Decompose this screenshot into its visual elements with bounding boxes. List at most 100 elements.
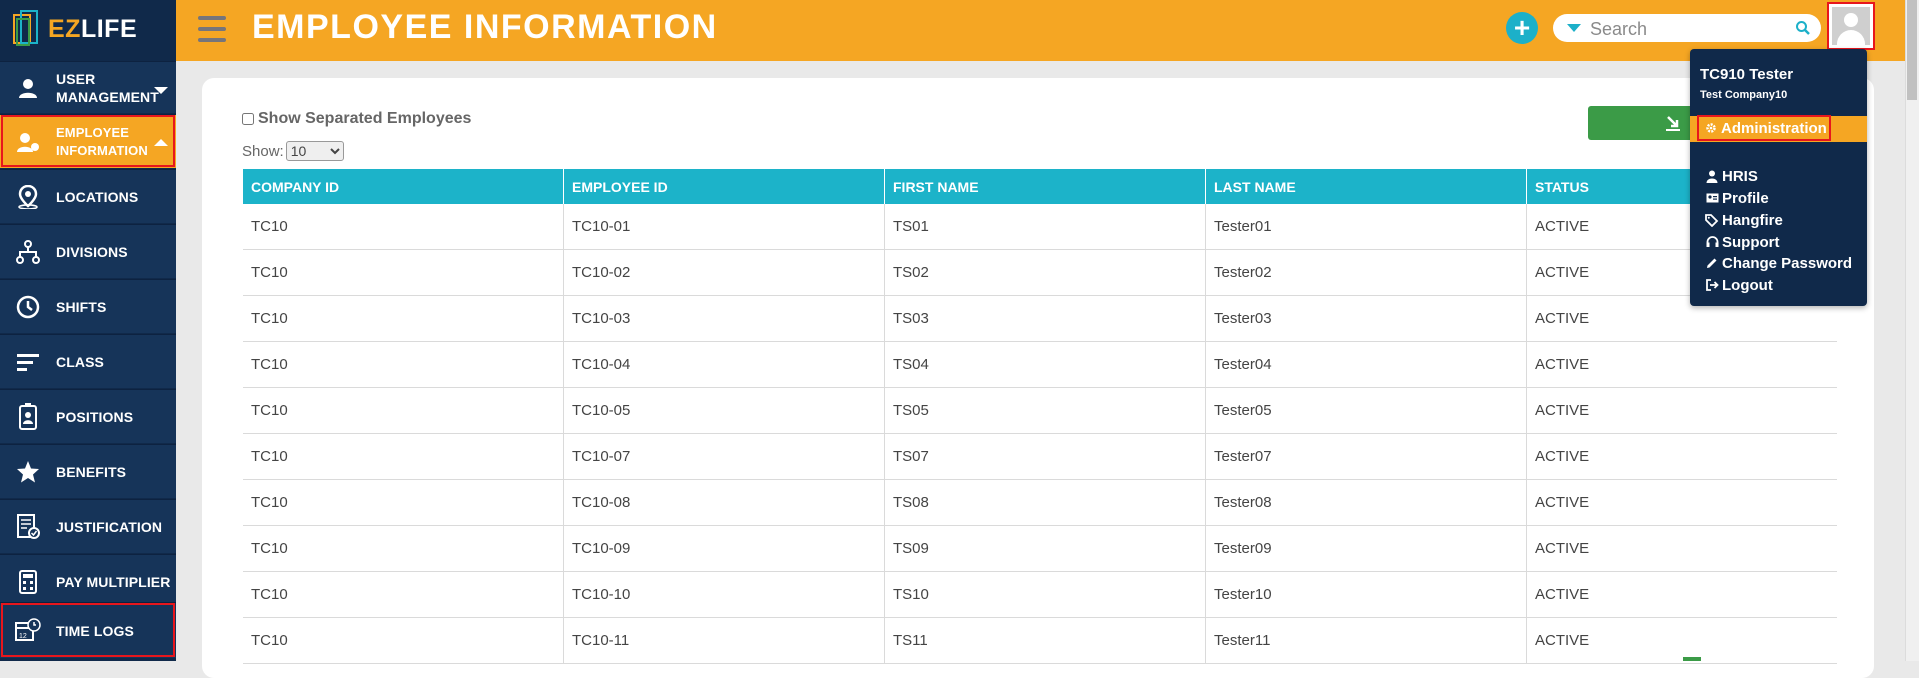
search-input[interactable] bbox=[1588, 17, 1792, 41]
page-size-control: Show: 10 bbox=[242, 141, 344, 161]
search-icon[interactable] bbox=[1795, 20, 1811, 36]
cell-status: ACTIVE bbox=[1526, 433, 1837, 480]
tags-icon bbox=[1705, 213, 1719, 227]
table-row[interactable]: TC10 TC10-03 TS03 Tester03 ACTIVE bbox=[243, 295, 1837, 342]
ezlife-logo[interactable]: EZLIFE bbox=[12, 4, 137, 54]
employee-icon bbox=[0, 131, 56, 153]
cell-last-name: Tester02 bbox=[1205, 249, 1527, 296]
star-icon bbox=[0, 460, 56, 484]
table-row[interactable]: TC10 TC10-10 TS10 Tester10 ACTIVE bbox=[243, 571, 1837, 618]
table-header-row: COMPANY ID EMPLOYEE ID FIRST NAME LAST N… bbox=[243, 169, 1837, 204]
table-row[interactable]: TC10 TC10-01 TS01 Tester01 ACTIVE bbox=[243, 204, 1837, 250]
menu-item-profile[interactable]: Profile bbox=[1705, 187, 1769, 209]
table-row[interactable]: TC10 TC10-09 TS09 Tester09 ACTIVE bbox=[243, 525, 1837, 572]
logo-icon bbox=[13, 10, 38, 46]
cell-status: ACTIVE bbox=[1526, 617, 1837, 664]
sign-out-icon bbox=[1705, 279, 1719, 291]
sidebar-item-user-management[interactable]: USER MANAGEMENT bbox=[0, 61, 176, 113]
partial-green-element bbox=[1683, 657, 1701, 661]
cell-company-id: TC10 bbox=[243, 617, 564, 664]
add-button[interactable]: + bbox=[1506, 12, 1538, 44]
cell-company-id: TC10 bbox=[243, 204, 564, 250]
table-row[interactable]: TC10 TC10-08 TS08 Tester08 ACTIVE bbox=[243, 479, 1837, 526]
sidebar-item-shifts[interactable]: SHIFTS bbox=[0, 279, 176, 333]
page-size-select[interactable]: 10 bbox=[285, 141, 344, 161]
logo-life: LIFE bbox=[80, 14, 138, 43]
column-header-employee-id[interactable]: EMPLOYEE ID bbox=[563, 169, 885, 204]
download-icon bbox=[1666, 116, 1680, 131]
user-avatar-button[interactable] bbox=[1827, 2, 1875, 50]
cell-first-name: TS09 bbox=[884, 525, 1206, 572]
search-box bbox=[1553, 14, 1821, 42]
sidebar-item-label: POSITIONS bbox=[56, 408, 134, 425]
calendar-clock-icon: 12 bbox=[0, 617, 56, 644]
sidebar-item-label: EMPLOYEE INFORMATION bbox=[56, 124, 148, 158]
user-dropdown-menu: TC910 Tester Test Company10 Administrati… bbox=[1690, 49, 1867, 306]
column-header-first-name[interactable]: FIRST NAME bbox=[884, 169, 1206, 204]
menu-item-logout[interactable]: Logout bbox=[1705, 274, 1773, 296]
sidebar-item-class[interactable]: CLASS bbox=[0, 334, 176, 388]
cell-status: ACTIVE bbox=[1526, 341, 1837, 388]
page-title: EMPLOYEE INFORMATION bbox=[252, 8, 718, 46]
export-button[interactable] bbox=[1588, 106, 1700, 140]
cell-company-id: TC10 bbox=[243, 249, 564, 296]
cell-first-name: TS11 bbox=[884, 617, 1206, 664]
menu-item-label: Logout bbox=[1722, 276, 1773, 294]
menu-item-hangfire[interactable]: Hangfire bbox=[1705, 209, 1783, 231]
cell-status: ACTIVE bbox=[1526, 525, 1837, 572]
sidebar-item-divisions[interactable]: DIVISIONS bbox=[0, 224, 176, 278]
cell-last-name: Tester04 bbox=[1205, 341, 1527, 388]
menu-item-label: Support bbox=[1722, 233, 1780, 251]
menu-item-support[interactable]: Support bbox=[1705, 231, 1780, 253]
show-separated-checkbox[interactable] bbox=[242, 113, 254, 125]
show-separated-employees[interactable]: Show Separated Employees bbox=[242, 110, 471, 128]
sidebar-item-justification[interactable]: JUSTIFICATION bbox=[0, 499, 176, 553]
search-filter-dropdown-icon[interactable] bbox=[1567, 24, 1581, 32]
table-row[interactable]: TC10 TC10-02 TS02 Tester02 ACTIVE bbox=[243, 249, 1837, 296]
column-header-last-name[interactable]: LAST NAME bbox=[1205, 169, 1527, 204]
cell-employee-id: TC10-05 bbox=[563, 387, 885, 434]
sidebar-item-positions[interactable]: POSITIONS bbox=[0, 389, 176, 443]
cell-company-id: TC10 bbox=[243, 295, 564, 342]
sidebar-item-locations[interactable]: LOCATIONS bbox=[0, 169, 176, 223]
cell-company-id: TC10 bbox=[243, 571, 564, 618]
cell-employee-id: TC10-11 bbox=[563, 617, 885, 664]
cell-first-name: TS02 bbox=[884, 249, 1206, 296]
cell-last-name: Tester08 bbox=[1205, 479, 1527, 526]
menu-item-label: Administration bbox=[1721, 119, 1827, 137]
table-row[interactable]: TC10 TC10-11 TS11 Tester11 ACTIVE bbox=[243, 617, 1837, 664]
menu-item-label: Hangfire bbox=[1722, 211, 1783, 229]
menu-item-hris[interactable]: HRIS bbox=[1705, 165, 1758, 187]
menu-item-administration[interactable]: Administration bbox=[1697, 115, 1831, 141]
cell-last-name: Tester10 bbox=[1205, 571, 1527, 618]
cell-first-name: TS10 bbox=[884, 571, 1206, 618]
gear-icon bbox=[1704, 122, 1718, 134]
sidebar-item-benefits[interactable]: BENEFITS bbox=[0, 444, 176, 498]
chevron-up-icon bbox=[154, 139, 168, 146]
pencil-icon bbox=[1705, 257, 1719, 269]
menu-item-label: Change Password bbox=[1722, 254, 1853, 272]
sidebar-item-label: DIVISIONS bbox=[56, 243, 128, 260]
table-row[interactable]: TC10 TC10-04 TS04 Tester04 ACTIVE bbox=[243, 341, 1837, 388]
column-header-company-id[interactable]: COMPANY ID bbox=[243, 169, 564, 204]
menu-item-label: HRIS bbox=[1722, 167, 1758, 185]
hierarchy-icon bbox=[0, 239, 56, 264]
svg-text:12: 12 bbox=[19, 633, 27, 640]
sidebar-item-label: TIME LOGS bbox=[56, 622, 134, 639]
cell-first-name: TS01 bbox=[884, 204, 1206, 250]
menu-item-change-password[interactable]: Change Password bbox=[1705, 252, 1852, 274]
cell-company-id: TC10 bbox=[243, 479, 564, 526]
table-row[interactable]: TC10 TC10-05 TS05 Tester05 ACTIVE bbox=[243, 387, 1837, 434]
cell-status: ACTIVE bbox=[1526, 479, 1837, 526]
cell-last-name: Tester11 bbox=[1205, 617, 1527, 664]
logo-ez: EZ bbox=[48, 14, 81, 43]
page-scrollbar-thumb[interactable] bbox=[1907, 0, 1917, 100]
table-row[interactable]: TC10 TC10-07 TS07 Tester07 ACTIVE bbox=[243, 433, 1837, 480]
sidebar-item-label: USER MANAGEMENT bbox=[56, 70, 159, 105]
cell-employee-id: TC10-01 bbox=[563, 204, 885, 250]
sidebar-item-pay-multiplier[interactable]: PAY MULTIPLIER bbox=[0, 554, 176, 608]
sidebar-item-employee-information[interactable]: EMPLOYEE INFORMATION bbox=[0, 114, 176, 168]
sidebar-item-time-logs[interactable]: 12 TIME LOGS bbox=[0, 602, 176, 658]
sidebar-item-label: PAY MULTIPLIER bbox=[56, 573, 171, 590]
hamburger-menu-icon[interactable] bbox=[198, 16, 226, 42]
